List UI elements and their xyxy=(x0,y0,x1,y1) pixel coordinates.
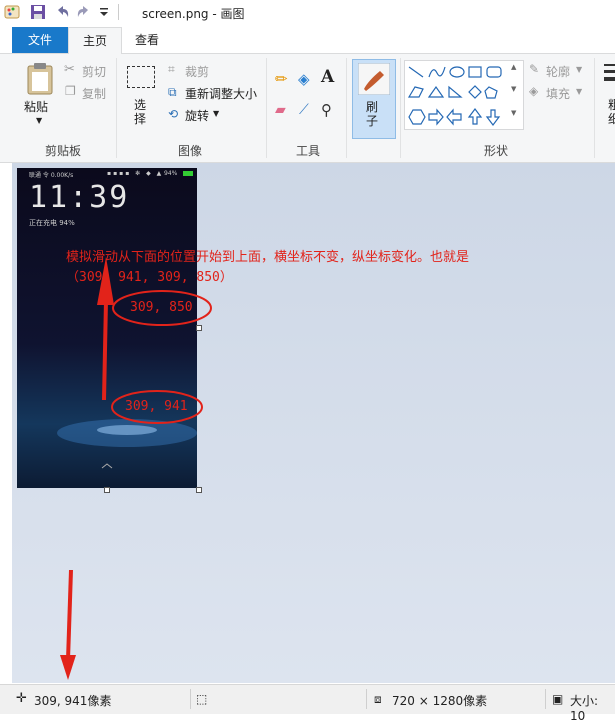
image-group-label: 图像 xyxy=(177,144,202,158)
resize-icon: ⧉ xyxy=(168,85,177,99)
fill-button[interactable]: 填充 xyxy=(546,85,570,102)
annotation-bottom-coords: 309, 941 xyxy=(125,399,188,414)
fill-bucket-icon[interactable]: ◈ xyxy=(298,70,310,88)
outline-button[interactable]: 轮廓 xyxy=(546,63,570,80)
copy-icon: ❐ xyxy=(65,84,76,98)
cut-button[interactable]: 剪切 xyxy=(82,63,106,80)
shapes-group-label: 形状 xyxy=(483,144,508,158)
status-separator xyxy=(545,689,546,709)
brush-icon xyxy=(358,63,390,95)
ribbon-tab-bar: 文件 主页 查看 xyxy=(0,27,615,55)
selection-rect-icon xyxy=(127,66,155,88)
quick-access-dropdown-icon[interactable] xyxy=(98,6,114,22)
gallery-expand-icon[interactable]: ▼ xyxy=(511,109,516,117)
tab-view[interactable]: 查看 xyxy=(120,27,174,53)
select-button[interactable]: 选择 xyxy=(124,60,160,136)
crop-button[interactable]: 裁剪 xyxy=(185,63,209,80)
group-divider xyxy=(400,58,401,158)
selection-size-icon: ⬚ xyxy=(196,692,208,706)
rotate-dropdown-icon: ▼ xyxy=(213,109,220,118)
tab-home[interactable]: 主页 xyxy=(68,27,122,55)
shapes-icons xyxy=(407,66,502,126)
size-button[interactable]: 粗细 xyxy=(600,60,615,136)
status-separator xyxy=(366,689,367,709)
group-divider xyxy=(346,58,347,158)
paste-button[interactable]: 粘贴 ▼ xyxy=(20,60,60,134)
crop-icon: ⌗ xyxy=(168,62,175,76)
eraser-icon[interactable]: ▰ xyxy=(275,102,286,118)
size-label: 粗细 xyxy=(608,98,615,126)
redo-icon[interactable] xyxy=(76,4,92,20)
gallery-scroll-down-icon[interactable]: ▼ xyxy=(511,85,516,93)
annotation-text-line1: 模拟滑动从下面的位置开始到上面，横坐标不变，纵坐标变化。也就是 xyxy=(66,250,470,265)
window-title: screen.png - 画图 xyxy=(142,7,245,21)
outline-dropdown-icon: ▼ xyxy=(576,65,583,74)
resize-handle-right[interactable] xyxy=(196,325,202,331)
file-size-icon: ▣ xyxy=(552,692,564,706)
canvas-margin xyxy=(0,163,12,683)
fill-dropdown-icon: ▼ xyxy=(576,87,583,96)
resize-handle-bottom[interactable] xyxy=(104,487,110,493)
status-bar: ✛ 309, 941像素 ⬚ ⧈ 720 × 1280像素 ▣ 大小: 10 xyxy=(0,684,615,723)
rotate-icon: ⟲ xyxy=(168,107,179,121)
ribbon: 粘贴 ▼ ✂ 剪切 ❐ 复制 剪贴板 选择 ⌗ 裁剪 ⧉ 重新调整大小 ⟲ 旋转… xyxy=(0,54,615,163)
resize-handle-corner[interactable] xyxy=(196,487,202,493)
title-separator xyxy=(118,4,119,20)
tools-group-label: 工具 xyxy=(295,144,320,158)
annotation-text-line2: （309, 941, 309, 850） xyxy=(66,270,233,285)
title-bar: screen.png - 画图 xyxy=(0,0,615,26)
gallery-scroll-up-icon[interactable]: ▲ xyxy=(511,63,516,71)
image-dimensions-icon: ⧈ xyxy=(374,692,382,706)
paste-label: 粘贴 xyxy=(24,100,49,114)
group-divider xyxy=(266,58,267,158)
image-dimensions: 720 × 1280像素 xyxy=(392,694,488,708)
status-separator xyxy=(190,689,191,709)
fill-icon: ◈ xyxy=(529,84,539,98)
shapes-gallery[interactable]: ▲ ▼ ▼ xyxy=(404,60,524,130)
brushes-label: 刷子 xyxy=(366,100,379,128)
pencil-icon[interactable]: ✏ xyxy=(275,70,288,88)
cursor-position-icon: ✛ xyxy=(16,691,27,706)
scissors-icon: ✂ xyxy=(64,62,75,77)
rotate-button[interactable]: 旋转 xyxy=(185,107,209,124)
resize-button[interactable]: 重新调整大小 xyxy=(185,85,257,102)
save-icon[interactable] xyxy=(30,4,46,20)
tab-file[interactable]: 文件 xyxy=(12,27,68,53)
size-line-icon xyxy=(604,64,615,66)
group-divider xyxy=(116,58,117,158)
paint-app-icon[interactable] xyxy=(4,4,20,20)
file-size: 大小: 10 xyxy=(570,694,599,723)
copy-button[interactable]: 复制 xyxy=(82,85,106,102)
group-divider xyxy=(594,58,595,158)
select-label: 选择 xyxy=(134,98,147,126)
paste-dropdown-icon: ▼ xyxy=(36,116,43,125)
lockscreen-glow xyxy=(57,419,197,469)
outline-icon: ✎ xyxy=(529,62,540,76)
annotation-top-coords: 309, 850 xyxy=(130,300,193,315)
cursor-position: 309, 941像素 xyxy=(34,694,112,708)
text-tool-icon[interactable]: A xyxy=(321,67,334,87)
magnifier-icon[interactable]: ⚲ xyxy=(321,101,332,119)
undo-icon[interactable] xyxy=(54,4,70,20)
phone-screenshot-image[interactable]: 联通 令 0.00K/s ▪▪▪▪ ✻ ◆ ▲ 94% 11:39 正在充电 9… xyxy=(17,168,197,488)
clipboard-icon xyxy=(27,63,53,95)
color-picker-icon[interactable]: ⟋ xyxy=(299,102,309,118)
brushes-button[interactable]: 刷子 xyxy=(352,59,396,139)
clipboard-group-label: 剪贴板 xyxy=(44,144,81,158)
